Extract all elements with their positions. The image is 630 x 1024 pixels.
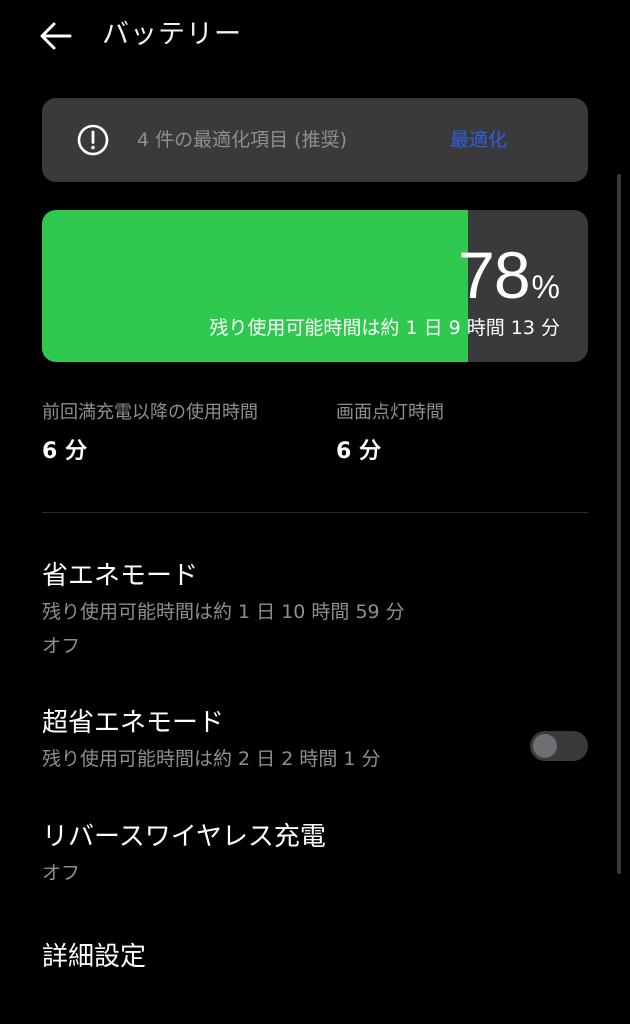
- battery-level-card: 78% 残り使用可能時間は約 1 日 9 時間 13 分: [42, 210, 588, 362]
- super-power-saving-mode-estimate: 残り使用可能時間は約 2 日 2 時間 1 分: [42, 748, 381, 770]
- optimize-link[interactable]: 最適化: [450, 125, 507, 155]
- battery-remaining-time: 残り使用可能時間は約 1 日 9 時間 13 分: [209, 317, 560, 339]
- advanced-settings-item[interactable]: 詳細設定: [42, 938, 588, 976]
- battery-percentage-value: 78: [458, 238, 530, 312]
- battery-percentage-unit: %: [531, 269, 560, 305]
- page-title: バッテリー: [102, 19, 242, 50]
- reverse-wireless-charging-title: リバースワイヤレス充電: [42, 822, 326, 852]
- super-power-saving-toggle[interactable]: [530, 731, 588, 761]
- power-saving-mode-title: 省エネモード: [42, 561, 199, 591]
- optimization-text: 4 件の最適化項目 (推奨): [137, 129, 347, 151]
- back-button[interactable]: [36, 18, 76, 54]
- reverse-wireless-charging-item[interactable]: リバースワイヤレス充電 オフ: [42, 818, 588, 890]
- screen-on-time-value: 6 分: [336, 439, 381, 464]
- usage-since-charge: 前回満充電以降の使用時間 6 分: [42, 398, 258, 467]
- usage-since-charge-value: 6 分: [42, 439, 87, 464]
- alert-circle-icon: [77, 124, 109, 156]
- reverse-wireless-charging-status: オフ: [42, 862, 81, 884]
- screen-on-time-label: 画面点灯時間: [336, 402, 444, 423]
- power-saving-mode-item[interactable]: 省エネモード 残り使用可能時間は約 1 日 10 時間 59 分 オフ: [42, 557, 588, 663]
- usage-since-charge-label: 前回満充電以降の使用時間: [42, 402, 258, 423]
- arrow-left-icon: [40, 22, 72, 50]
- power-saving-mode-status: オフ: [42, 635, 81, 657]
- advanced-settings-title: 詳細設定: [42, 942, 147, 972]
- app-header: バッテリー: [0, 0, 630, 72]
- toggle-knob: [533, 734, 557, 758]
- super-power-saving-mode-item[interactable]: 超省エネモード 残り使用可能時間は約 2 日 2 時間 1 分: [42, 704, 588, 776]
- power-saving-mode-estimate: 残り使用可能時間は約 1 日 10 時間 59 分: [42, 601, 405, 623]
- scrollbar[interactable]: [617, 174, 621, 874]
- section-divider: [42, 512, 588, 513]
- battery-percentage: 78%: [458, 240, 560, 322]
- screen-on-time: 画面点灯時間 6 分: [336, 398, 444, 467]
- optimization-banner[interactable]: 4 件の最適化項目 (推奨) 最適化: [42, 98, 588, 182]
- super-power-saving-mode-title: 超省エネモード: [42, 708, 225, 738]
